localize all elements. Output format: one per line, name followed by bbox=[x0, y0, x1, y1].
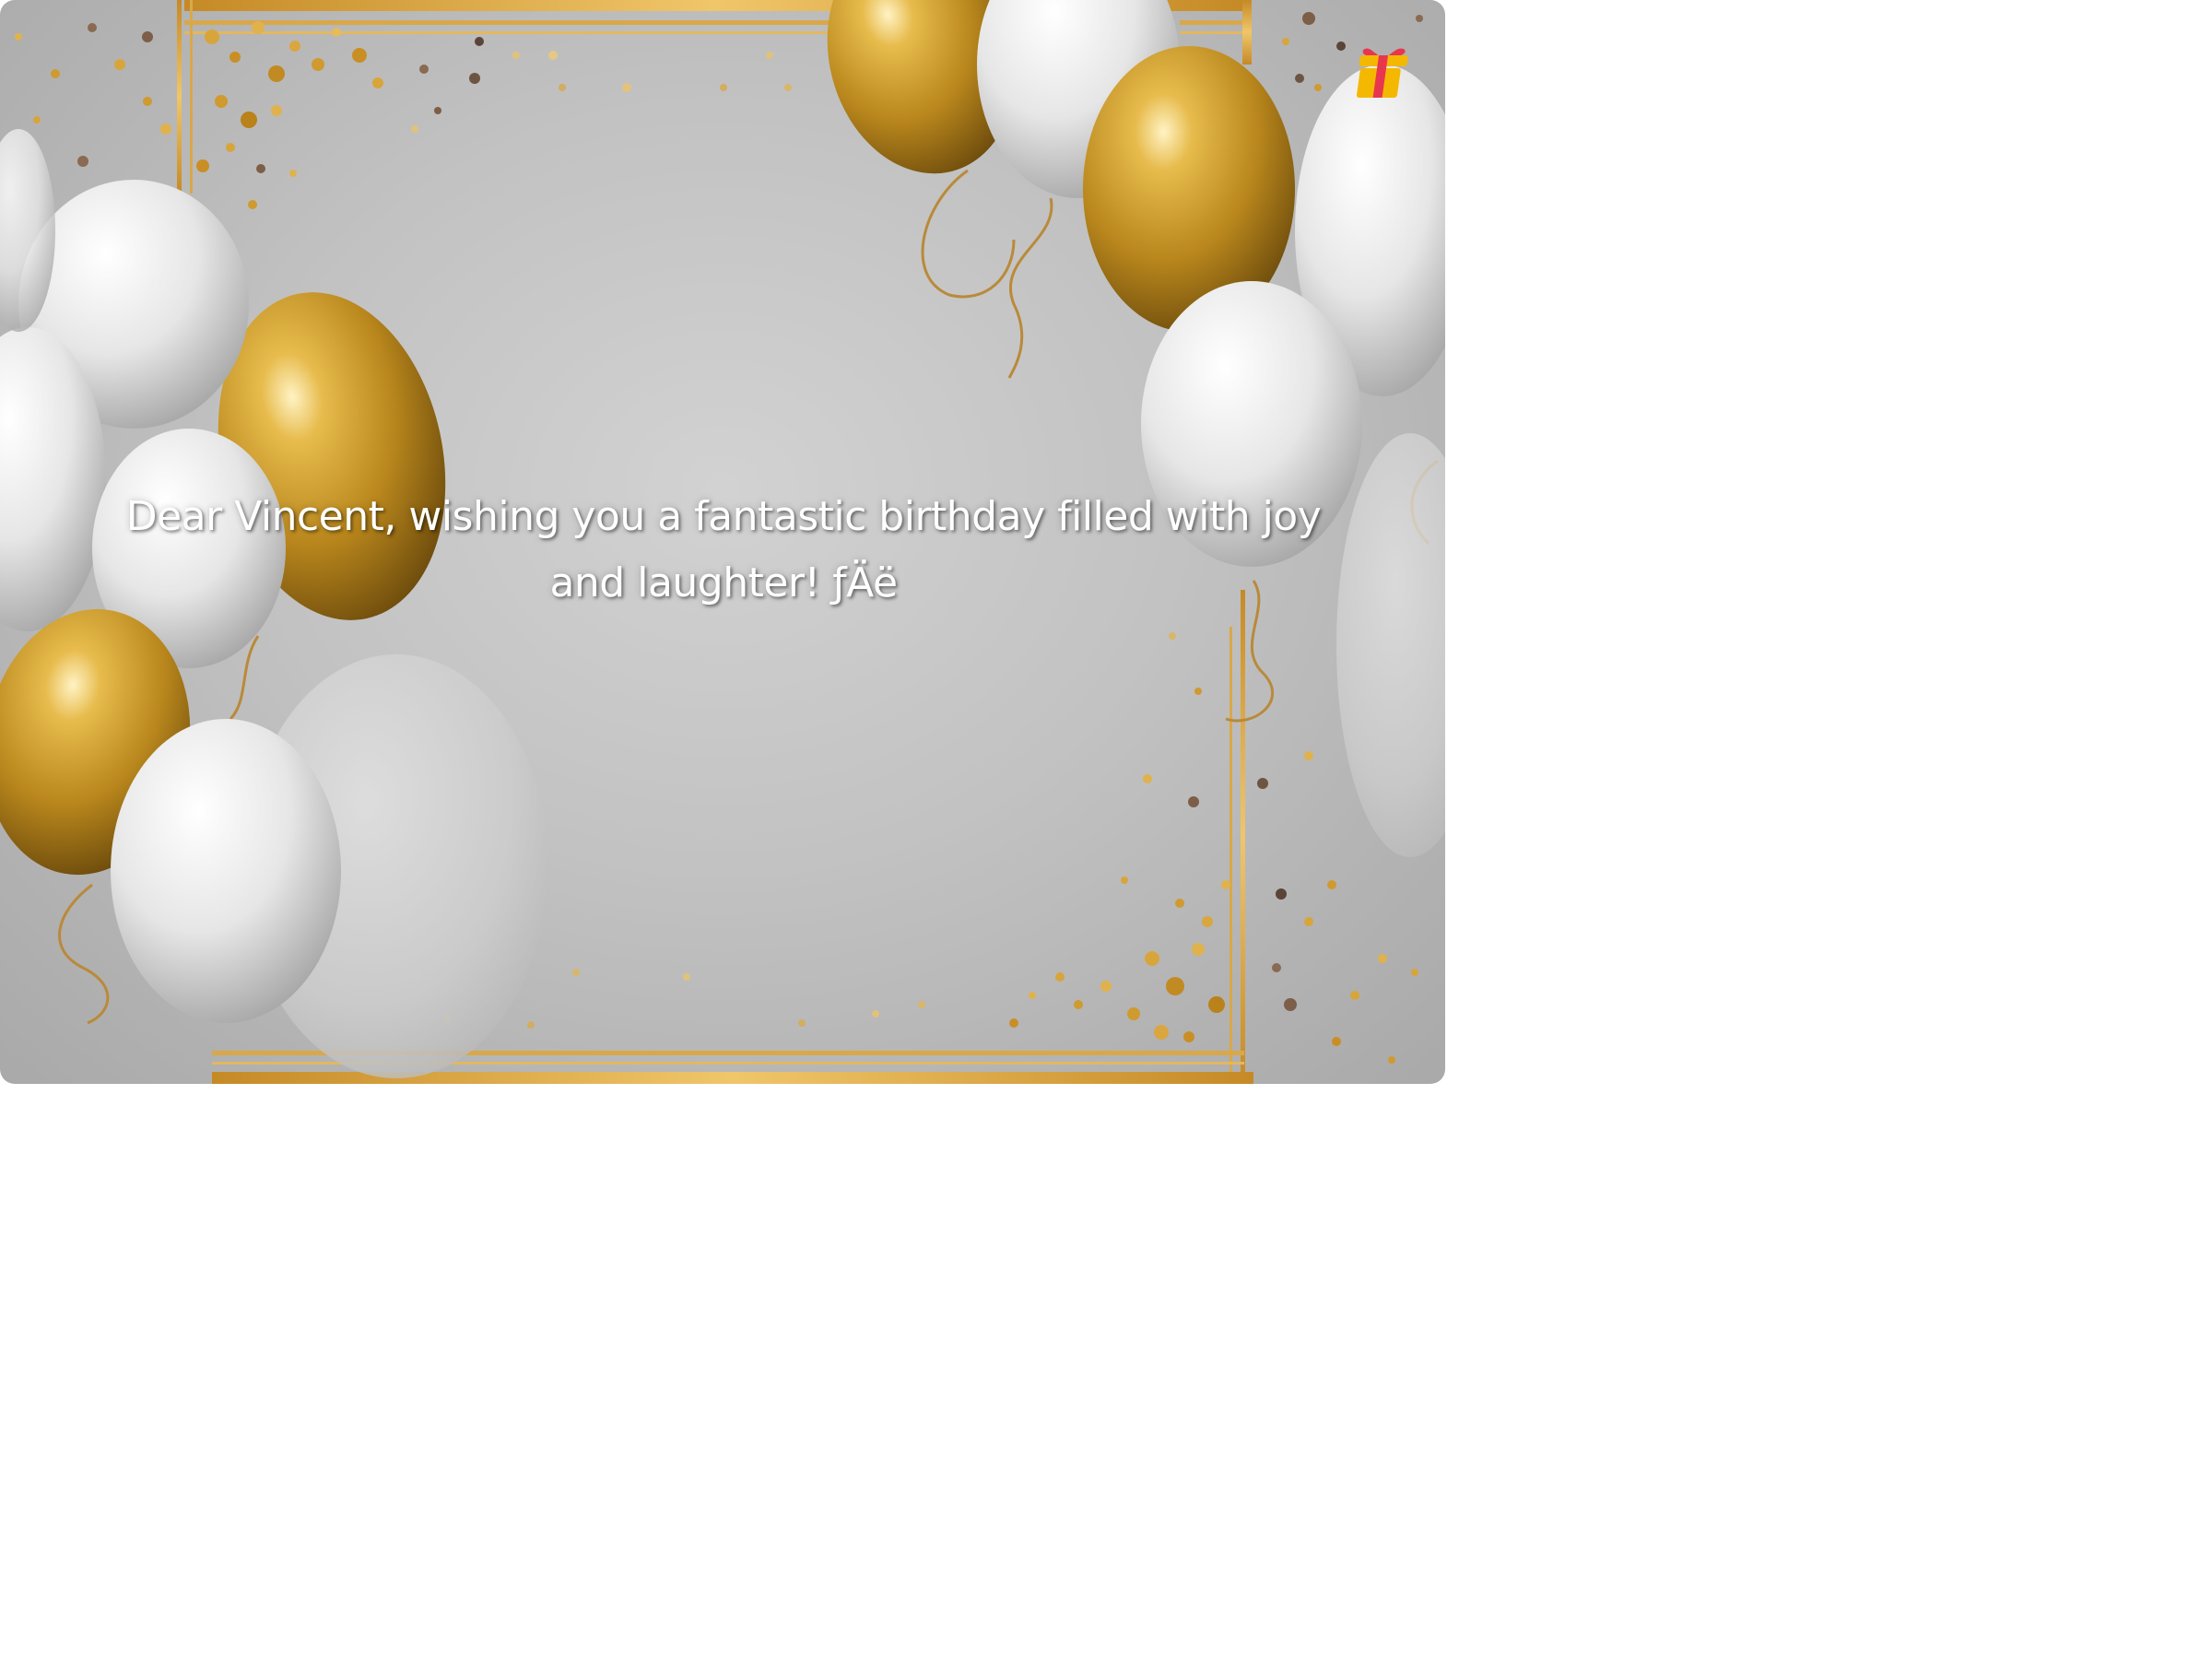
gift-icon[interactable] bbox=[1357, 42, 1412, 100]
balloons-right bbox=[827, 0, 1445, 857]
birthday-message: Dear Vincent, wishing you a fantastic bi… bbox=[125, 493, 1322, 606]
birthday-card: Dear Vincent, wishing you a fantastic bi… bbox=[0, 0, 1445, 1084]
